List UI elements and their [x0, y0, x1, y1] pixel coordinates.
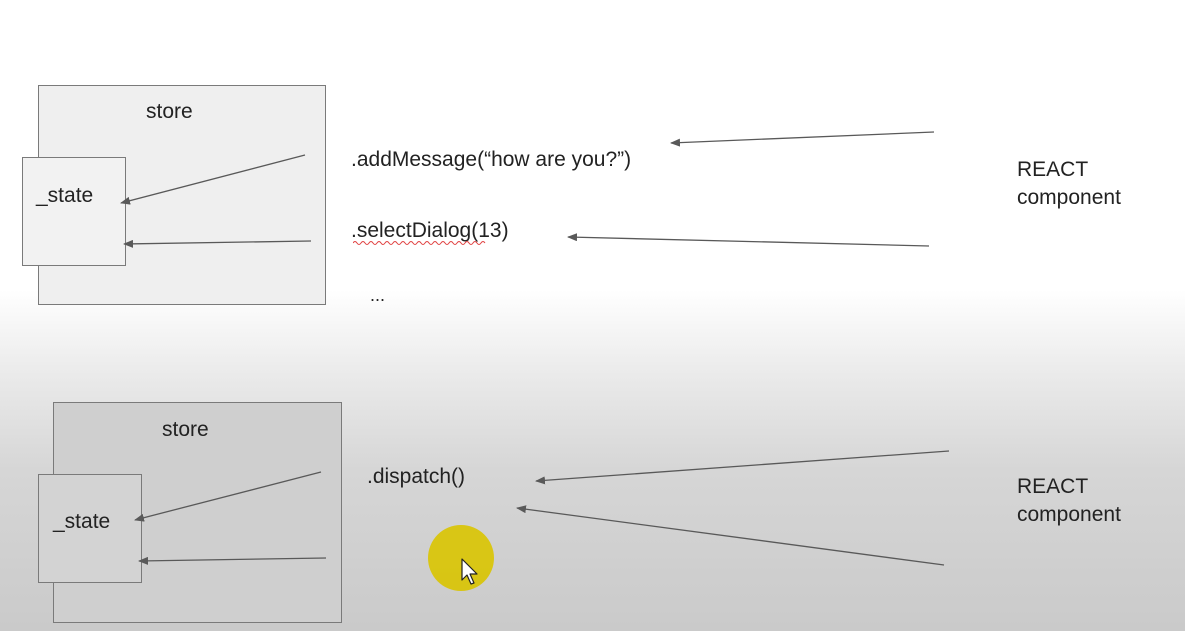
react-component-label-bottom: REACT component — [1017, 473, 1121, 529]
store-label-top: store — [146, 100, 193, 123]
state-label-bottom: _state — [53, 510, 111, 533]
state-box-top — [22, 157, 126, 266]
arrow-component-to-add-message — [670, 131, 935, 147]
react-component-line2: component — [1017, 186, 1121, 209]
dispatch-method: .dispatch() — [367, 465, 466, 488]
arrow-component-to-select-dialog — [567, 233, 930, 247]
ellipsis: ... — [370, 285, 386, 305]
react-component-line1: REACT — [1017, 158, 1089, 181]
state-label-top: _state — [36, 184, 94, 207]
store-label-bottom: store — [162, 418, 209, 441]
spellcheck-underline — [353, 241, 486, 245]
arrow-component-to-dispatch-2 — [516, 505, 945, 566]
add-message-method: .addMessage(“how are you?”) — [351, 148, 632, 171]
react-component-label-top: REACT component — [1017, 156, 1121, 212]
arrow-component-to-dispatch-1 — [535, 450, 950, 485]
react-component-line1: REACT — [1017, 475, 1089, 498]
react-component-line2: component — [1017, 503, 1121, 526]
mouse-pointer-icon — [461, 558, 478, 585]
